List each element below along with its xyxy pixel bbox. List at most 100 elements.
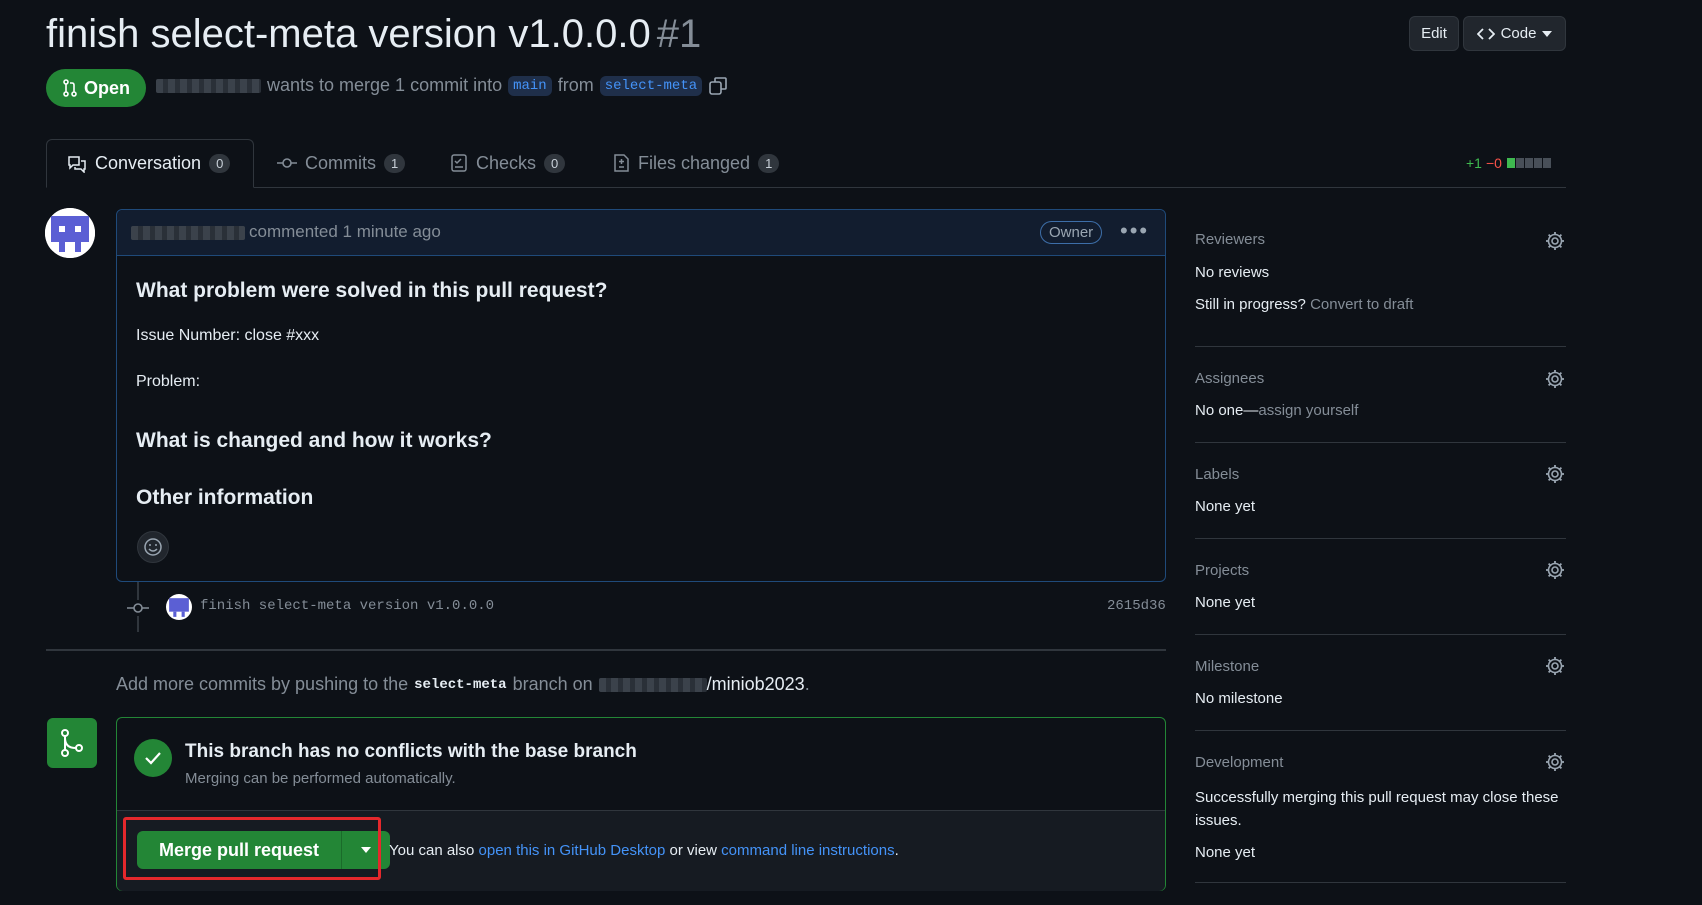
reviewers-label[interactable]: Reviewers — [1195, 231, 1265, 248]
milestone-label[interactable]: Milestone — [1195, 658, 1259, 675]
deletions: −0 — [1485, 155, 1502, 171]
draft-prompt: Still in progress? Convert to draft — [1195, 296, 1413, 313]
comment-meta: commented 1 minute ago — [249, 222, 441, 241]
add-reaction-button[interactable] — [137, 531, 169, 563]
sidebar-divider — [1195, 538, 1566, 539]
issue-number-line: Issue Number: close #xxx — [136, 327, 320, 344]
commenter-redacted — [131, 226, 245, 240]
or-view-text: or view — [669, 842, 717, 859]
labels-label[interactable]: Labels — [1195, 466, 1239, 483]
command-line-link[interactable]: command line instructions — [721, 842, 894, 859]
tab-label: Conversation — [95, 153, 202, 173]
github-desktop-link[interactable]: open this in GitHub Desktop — [479, 842, 666, 859]
push-hint-prefix: Add more commits by pushing to the — [116, 674, 409, 694]
merge-text: wants to merge 1 commit into — [267, 75, 503, 95]
comment-heading-changes: What is changed and how it works? — [136, 429, 492, 452]
identicon — [169, 598, 189, 617]
comment-heading-problem: What problem were solved in this pull re… — [136, 279, 608, 302]
caret-down-icon — [1542, 30, 1553, 37]
owner-badge: Owner — [1040, 221, 1103, 244]
git-merge-icon — [61, 729, 83, 757]
timeline-divider — [46, 649, 1166, 651]
merge-alternatives: You can also open this in GitHub Desktop… — [389, 842, 899, 859]
code-button[interactable]: Code — [1463, 16, 1566, 51]
development-label[interactable]: Development — [1195, 754, 1283, 771]
identicon — [45, 208, 95, 258]
push-hint-suffix: . — [804, 674, 810, 694]
edit-button[interactable]: Edit — [1409, 16, 1459, 51]
commit-sha[interactable]: 2615d36 — [1107, 598, 1166, 614]
sidebar-divider — [1195, 634, 1566, 635]
push-hint-repo[interactable]: /miniob2023 — [707, 674, 805, 695]
tab-counter: 1 — [758, 153, 780, 173]
gear-icon[interactable] — [1545, 752, 1565, 772]
edit-label: Edit — [1421, 25, 1447, 42]
gear-icon[interactable] — [1545, 560, 1565, 580]
tab-conversation[interactable]: Conversation 0 — [46, 139, 254, 188]
gear-icon[interactable] — [1545, 656, 1565, 676]
gear-icon[interactable] — [1545, 231, 1565, 251]
assignees-value: No one—assign yourself — [1195, 402, 1358, 419]
development-value: None yet — [1195, 844, 1256, 861]
tab-counter: 1 — [384, 153, 406, 173]
draft-question: Still in progress? — [1195, 296, 1306, 313]
assign-yourself-link[interactable]: assign yourself — [1258, 402, 1358, 419]
sidebar-divider — [1195, 730, 1566, 731]
push-hint-middle: branch on — [512, 674, 593, 694]
comment-box — [116, 209, 1166, 582]
diffstat-bar — [1506, 155, 1551, 171]
copy-icon[interactable] — [708, 76, 728, 96]
gear-icon[interactable] — [1545, 369, 1565, 389]
development-text: Successfully merging this pull request m… — [1195, 789, 1559, 829]
base-branch[interactable]: main — [508, 75, 552, 96]
tab-counter: 0 — [544, 153, 566, 173]
pr-title: finish select-meta version v1.0.0.0 #1 — [46, 12, 701, 57]
tab-files-changed[interactable]: Files changed 1 — [592, 139, 799, 187]
projects-label[interactable]: Projects — [1195, 562, 1249, 579]
sidebar-divider — [1195, 346, 1566, 347]
from-text: from — [557, 75, 594, 95]
code-label: Code — [1500, 25, 1537, 42]
convert-to-draft-link[interactable]: Convert to draft — [1310, 296, 1413, 313]
push-hint: Add more commits by pushing to the selec… — [116, 674, 810, 695]
projects-value: None yet — [1195, 594, 1256, 611]
merge-status-icon — [47, 718, 97, 768]
avatar[interactable] — [45, 208, 95, 258]
owner-redacted — [598, 677, 707, 692]
tab-commits[interactable]: Commits 1 — [257, 139, 425, 187]
smiley-icon — [144, 538, 162, 556]
reviewers-value: No reviews — [1195, 264, 1270, 281]
diffstat: +1 −0 — [1466, 155, 1551, 171]
commit-avatar[interactable] — [166, 594, 192, 620]
labels-value: None yet — [1195, 498, 1256, 515]
author-redacted — [156, 78, 261, 93]
push-hint-branch: select-meta — [414, 676, 507, 693]
sidebar-divider — [1195, 882, 1566, 883]
pr-number: #1 — [656, 12, 702, 56]
tab-label: Files changed — [638, 152, 751, 173]
head-branch[interactable]: select-meta — [599, 75, 703, 96]
check-circle-icon — [134, 739, 172, 777]
highlight-box — [123, 817, 381, 880]
commit-message[interactable]: finish select-meta version v1.0.0.0 — [200, 598, 494, 614]
state-badge: Open — [46, 69, 146, 107]
merge-summary: wants to merge 1 commit into main from s… — [156, 75, 728, 96]
file-diff-icon — [614, 154, 629, 172]
merge-status-title: This branch has no conflicts with the ba… — [185, 741, 637, 762]
pull-request-icon — [63, 79, 77, 97]
pr-title-text: finish select-meta version v1.0.0.0 — [46, 12, 651, 56]
gear-icon[interactable] — [1545, 464, 1565, 484]
state-label: Open — [83, 77, 130, 98]
also-text: You can also — [389, 842, 475, 859]
git-commit-icon — [277, 158, 297, 168]
merge-status-sub: Merging can be performed automatically. — [185, 770, 456, 787]
comment-heading-other: Other information — [136, 486, 314, 509]
tab-counter: 0 — [209, 154, 231, 173]
end-text: . — [894, 842, 899, 859]
tab-label: Commits — [305, 152, 376, 173]
kebab-menu-icon[interactable]: ••• — [1120, 218, 1149, 244]
problem-line: Problem: — [136, 373, 201, 390]
assignees-label[interactable]: Assignees — [1195, 370, 1264, 387]
tab-label: Checks — [476, 152, 537, 173]
tab-checks[interactable]: Checks 0 — [430, 139, 585, 187]
